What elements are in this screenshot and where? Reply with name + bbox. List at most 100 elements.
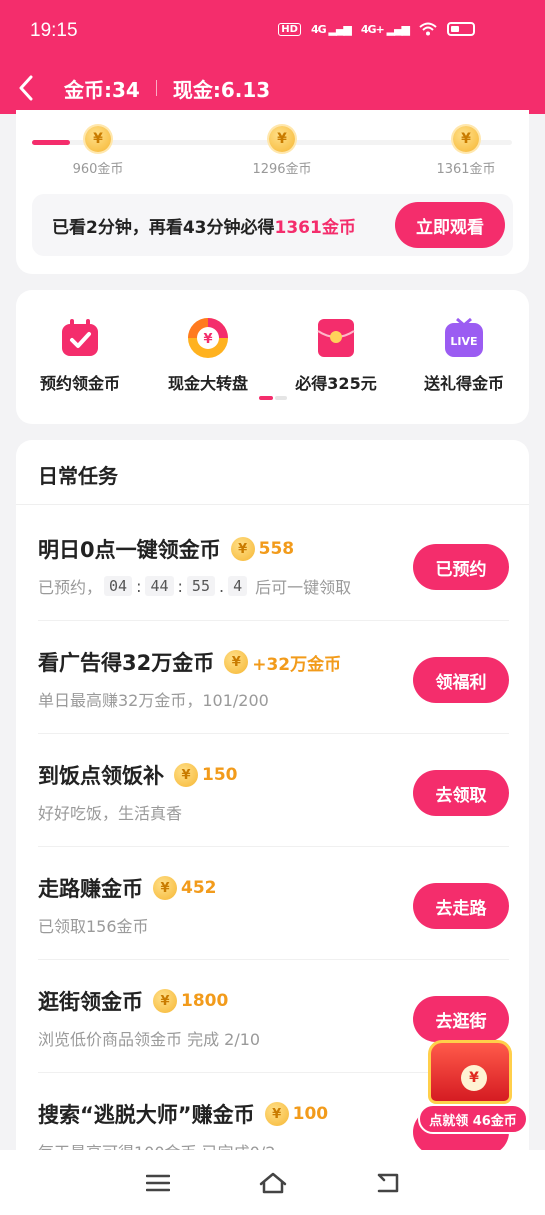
- countdown-sep: .: [218, 576, 225, 596]
- coin-icon: ¥: [453, 126, 479, 152]
- task-name: 到饭点领饭补: [38, 764, 164, 788]
- task-subtitle: 浏览低价商品领金币 完成 2/10: [38, 1030, 261, 1049]
- task-reward-value: 100: [292, 1104, 329, 1124]
- coin-icon: ¥: [224, 650, 249, 674]
- back-nav-button[interactable]: [368, 1163, 408, 1203]
- hd-badge: HD: [278, 22, 301, 36]
- task-reward-value: 150: [202, 765, 238, 785]
- milestone-label: 960金币: [72, 162, 124, 177]
- task-reward: ¥ 150: [174, 763, 238, 787]
- home-icon: [259, 1172, 286, 1193]
- task-row: 走路赚金币 ¥ 452 已领取156金币 去走路: [16, 847, 529, 960]
- task-reward: ¥ 558: [230, 537, 295, 561]
- countdown-hours: 04: [104, 576, 133, 596]
- coin-icon: ¥: [264, 1102, 289, 1126]
- task-row: 到饭点领饭补 ¥ 150 好好吃饭，生活真香 去领取: [16, 734, 529, 847]
- task-subtitle: 已领取156金币: [38, 917, 149, 936]
- quick-actions-card: 预约领金币 ¥ 现金大转盘 必得325元 LIVE 送礼得金币: [16, 290, 529, 424]
- task-subtitle: 好好吃饭，生活真香: [38, 804, 183, 823]
- task-row: 明日0点一键领金币 ¥ 558 已预约， 04:44:55. 4 后可一键领取 已…: [16, 508, 529, 621]
- wifi-icon: [419, 22, 437, 36]
- milestone-label: 1361金币: [436, 162, 496, 177]
- wheel-icon: ¥: [186, 316, 230, 360]
- task-reward: ¥ 452: [153, 876, 217, 900]
- live-icon: LIVE: [442, 316, 486, 360]
- coin-balance: 金币:34: [64, 77, 140, 102]
- task-name: 逛街领金币: [38, 990, 143, 1014]
- signal-icon: 4G+ ▂▄▆: [360, 22, 410, 36]
- chevron-left-icon: [19, 75, 33, 101]
- quick-action-label: 现金大转盘: [167, 374, 248, 393]
- task-name: 走路赚金币: [38, 877, 143, 901]
- task-title-row: 走路赚金币 ¥ 452: [38, 873, 217, 903]
- header-divider: [155, 80, 157, 96]
- network-label-1: 4G: [310, 22, 327, 36]
- countdown-seconds: 55: [186, 576, 215, 596]
- countdown-minutes: 44: [145, 576, 174, 596]
- pager-dot: [275, 396, 287, 400]
- quick-action-redpacket[interactable]: 必得325元: [272, 316, 400, 394]
- section-title: 日常任务: [38, 464, 118, 488]
- task-reward: ¥ 100: [264, 1102, 329, 1126]
- floating-treasure-chest[interactable]: ¥ 点就领 46金币: [418, 1040, 528, 1140]
- task-title-row: 明日0点一键领金币 ¥ 558: [38, 534, 294, 564]
- menu-button[interactable]: [138, 1163, 178, 1203]
- task-sub-after: 后可一键领取: [255, 578, 352, 597]
- task-name: 明日0点一键领金币: [38, 538, 221, 562]
- task-reward: ¥ 1800: [153, 989, 228, 1013]
- system-nav-bar: [0, 1150, 545, 1215]
- coin-icon: ¥: [174, 763, 198, 787]
- watch-status-prefix: 已看2分钟，再看43分钟必得: [52, 217, 275, 238]
- task-reward-value: 1800: [181, 991, 229, 1011]
- back-button[interactable]: [0, 62, 52, 114]
- pager-dot-active: [259, 396, 273, 400]
- divider: [16, 504, 529, 505]
- chest-reward-label: 点就领 46金币: [418, 1104, 528, 1134]
- task-reward-value: +32万金币: [252, 654, 342, 675]
- countdown-sep: :: [177, 576, 183, 596]
- task-name: 搜索“逃脱大师”赚金币: [38, 1103, 255, 1127]
- back-arrow-icon: [377, 1173, 398, 1192]
- coin-icon: ¥: [153, 989, 177, 1013]
- watch-status-box: 已看2分钟，再看43分钟必得1361金币 立即观看: [32, 194, 513, 256]
- task-action-button[interactable]: 去领取: [413, 770, 509, 816]
- network-label-2: 4G+: [360, 22, 385, 36]
- task-action-button[interactable]: 去逛街: [413, 996, 509, 1042]
- countdown-tenths: 4: [228, 576, 248, 596]
- status-bar: 19:15 HD 4G ▂▄▆ 4G+ ▂▄▆: [0, 0, 545, 62]
- svg-text:¥: ¥: [203, 332, 212, 347]
- menu-icon: [145, 1174, 170, 1191]
- quick-action-label: 预约领金币: [39, 374, 120, 393]
- task-action-button[interactable]: 领福利: [413, 657, 509, 703]
- cash-balance: 现金:6.13: [172, 77, 271, 102]
- header-bar: 金币:34 现金:6.13: [0, 62, 545, 114]
- coin-icon: ¥: [269, 126, 295, 152]
- task-title-row: 到饭点领饭补 ¥ 150: [38, 760, 238, 790]
- task-action-button[interactable]: 已预约: [413, 544, 509, 590]
- quick-action-gift[interactable]: LIVE 送礼得金币: [400, 316, 528, 394]
- task-action-button[interactable]: 去走路: [413, 883, 509, 929]
- watch-now-button[interactable]: 立即观看: [395, 202, 505, 248]
- task-name: 看广告得32万金币: [38, 651, 215, 675]
- task-row: 看广告得32万金币 ¥ +32万金币 单日最高赚32万金币，101/200 领福…: [16, 621, 529, 734]
- task-reward-value: 452: [181, 878, 217, 898]
- task-subtitle: 单日最高赚32万金币，101/200: [38, 691, 269, 710]
- task-reward: ¥ +32万金币: [224, 650, 341, 675]
- task-sub-before: 已预约，: [38, 578, 103, 597]
- task-title-row: 逛街领金币 ¥ 1800: [38, 986, 228, 1016]
- status-icons: HD 4G ▂▄▆ 4G+ ▂▄▆: [278, 22, 475, 36]
- red-envelope-icon: [314, 316, 358, 360]
- quick-action-label: 必得325元: [295, 374, 377, 393]
- live-badge-text: LIVE: [450, 335, 477, 348]
- quick-action-label: 送礼得金币: [423, 374, 504, 393]
- milestone-1: ¥ 960金币: [58, 126, 138, 177]
- quick-action-wheel[interactable]: ¥ 现金大转盘: [144, 316, 272, 394]
- calendar-check-icon: [58, 316, 102, 360]
- task-title-row: 看广告得32万金币 ¥ +32万金币: [38, 647, 341, 677]
- quick-action-reserve[interactable]: 预约领金币: [16, 316, 144, 394]
- home-button[interactable]: [253, 1163, 293, 1203]
- signal-icon: 4G ▂▄▆: [310, 22, 352, 36]
- task-reward-value: 558: [258, 539, 295, 559]
- countdown-sep: :: [136, 576, 142, 596]
- milestone-label: 1296金币: [252, 162, 312, 177]
